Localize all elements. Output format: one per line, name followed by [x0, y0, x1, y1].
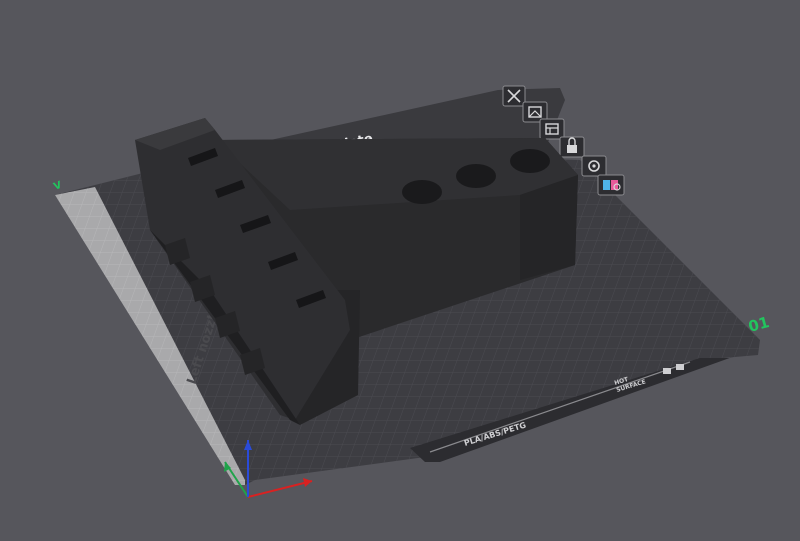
- 3d-viewport[interactable]: Left nozzle only area PLA/ABS/PETG HOT S…: [0, 0, 800, 541]
- viewport-canvas[interactable]: Left nozzle only area PLA/ABS/PETG HOT S…: [0, 0, 800, 541]
- model-hole-1: [402, 180, 442, 204]
- model-hole-3: [510, 149, 550, 173]
- plate-corner-mark: V: [52, 180, 63, 193]
- plate-badge-2: [676, 364, 684, 370]
- plate-badge-1: [663, 368, 671, 374]
- filament-map-button[interactable]: [597, 174, 625, 196]
- orient-button[interactable]: [539, 118, 565, 140]
- x-axis: [247, 480, 313, 498]
- filament-icon: [603, 180, 621, 191]
- lock-plate-button[interactable]: [559, 136, 585, 158]
- model-hole-2: [456, 164, 496, 188]
- plate-settings-button[interactable]: [581, 155, 607, 177]
- plate-number: 01: [746, 313, 771, 336]
- close-plate-button[interactable]: [502, 85, 526, 107]
